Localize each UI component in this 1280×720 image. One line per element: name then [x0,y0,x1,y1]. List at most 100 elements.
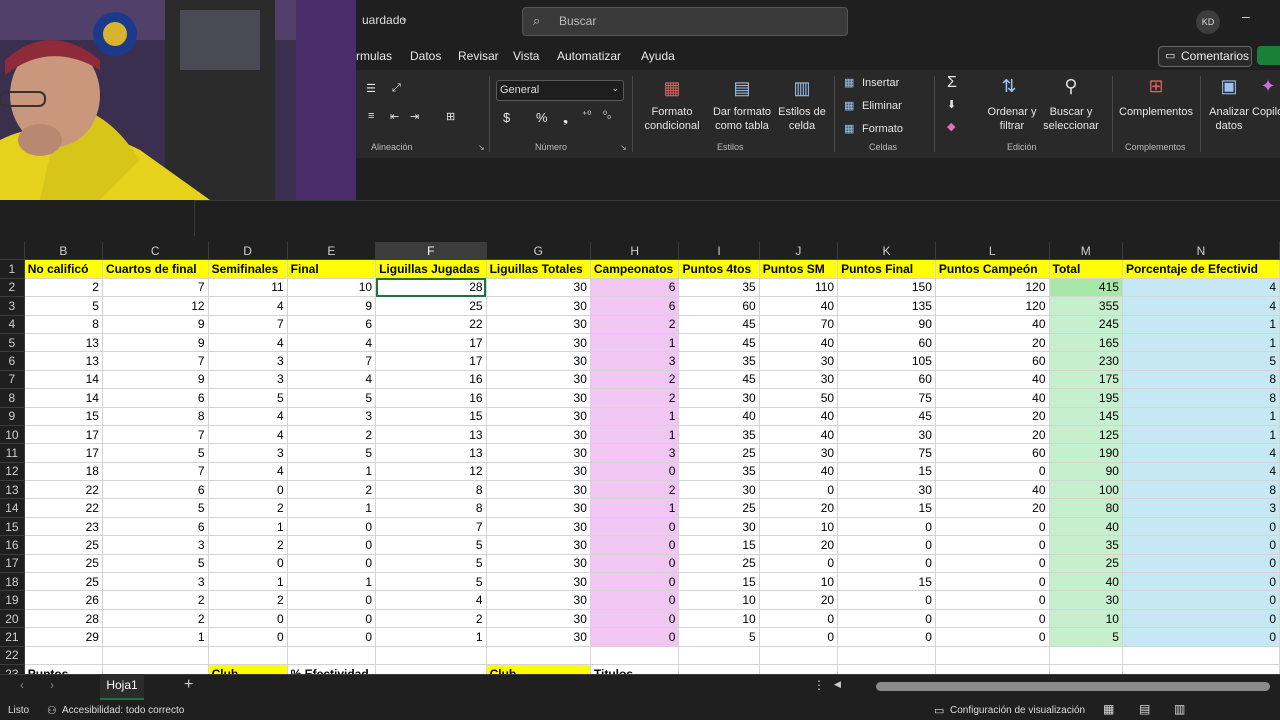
next-sheet-icon[interactable]: › [50,678,54,692]
table-cell[interactable]: 110 [759,278,839,298]
table-cell[interactable]: 30 [759,370,839,390]
page-break-icon[interactable]: ▥ [1174,702,1185,716]
table-cell[interactable]: 30 [486,425,591,445]
table-cell[interactable]: 40 [759,333,839,353]
table-cell[interactable]: 0 [1122,554,1280,574]
table-cell[interactable]: 1 [287,572,377,592]
header-cell[interactable]: Puntos 4tos [678,259,760,279]
copilot-icon[interactable]: ✦ [1256,76,1280,97]
table-cell[interactable]: 17 [24,443,103,463]
column-header-h[interactable]: H [590,242,680,261]
table-cell[interactable]: 20 [759,590,839,610]
table-cell[interactable]: 1 [208,572,288,592]
table-cell[interactable]: 1 [1122,425,1280,445]
column-header-m[interactable]: M [1049,242,1123,261]
row-header[interactable]: 18 [0,572,25,592]
table-cell[interactable]: 6 [590,296,680,316]
sort-filter-button[interactable]: Ordenar y filtrar [982,105,1042,133]
table-cell[interactable]: 7 [208,315,288,334]
table-cell[interactable]: 0 [1122,609,1280,629]
table-cell[interactable]: Titulos [590,664,680,674]
table-cell[interactable]: 0 [1122,627,1280,647]
table-cell[interactable]: 135 [837,296,936,316]
percent-icon[interactable]: % [536,110,548,125]
tab-ayuda[interactable]: Ayuda [641,49,675,63]
table-cell[interactable]: 5 [678,627,760,647]
table-cell[interactable]: 40 [935,315,1050,334]
table-cell[interactable]: 5 [24,296,103,316]
column-header-e[interactable]: E [287,242,377,261]
table-cell[interactable]: 30 [486,480,591,500]
table-cell[interactable]: 6 [590,278,680,298]
table-cell[interactable]: 0 [590,462,680,482]
table-cell[interactable]: 16 [375,388,487,408]
table-cell[interactable]: 30 [486,370,591,390]
table-cell[interactable]: 120 [935,278,1050,298]
cell-styles-icon[interactable]: ▥ [788,78,816,99]
table-cell[interactable]: 4 [208,425,288,445]
comma-style-icon[interactable]: ❟ [563,110,568,126]
table-cell[interactable]: 0 [837,627,936,647]
table-cell[interactable]: 16 [375,370,487,390]
table-cell[interactable]: 23 [24,517,103,537]
data-table[interactable]: BCDEFGHIJKLMN 1 No calificó Cuartos de fin… [0,242,1280,674]
table-cell[interactable]: 40 [678,407,760,426]
table-cell[interactable]: 45 [678,370,760,390]
table-cell[interactable]: 40 [935,388,1050,408]
table-cell[interactable]: 7 [287,351,377,371]
search-box[interactable]: ⌕ Buscar [522,7,848,36]
table-cell[interactable]: 2 [208,498,288,518]
table-cell[interactable] [1122,646,1280,665]
table-cell[interactable]: 8 [375,498,487,518]
table-cell[interactable]: 0 [208,554,288,574]
column-header-l[interactable]: L [935,242,1050,261]
table-cell[interactable]: 3 [208,443,288,463]
table-cell[interactable]: 0 [935,572,1050,592]
table-cell[interactable]: 9 [102,333,209,353]
header-cell[interactable]: Campeonatos [590,259,680,279]
table-cell[interactable]: 30 [486,296,591,316]
table-cell[interactable]: 0 [935,535,1050,555]
table-cell[interactable]: 5 [102,443,209,463]
decrease-decimal-icon[interactable]: ⁰₀ [603,110,611,121]
table-cell[interactable]: 10 [678,590,760,610]
table-cell[interactable]: 7 [102,351,209,371]
row-header[interactable]: 9 [0,407,25,426]
table-cell[interactable]: 35 [678,425,760,445]
table-cell[interactable]: 0 [935,609,1050,629]
conditional-format-button[interactable]: Formato condicional [636,105,708,133]
table-cell[interactable]: 40 [759,425,839,445]
table-cell[interactable]: Puntos [24,664,103,674]
table-cell[interactable]: 12 [375,462,487,482]
table-cell[interactable]: Club [208,664,288,674]
table-cell[interactable]: 6 [102,480,209,500]
table-cell[interactable]: 35 [678,278,760,298]
table-cell[interactable]: 26 [24,590,103,610]
table-cell[interactable]: 4 [287,333,377,353]
tab-automatizar[interactable]: Automatizar [557,49,621,63]
table-cell[interactable]: 50 [759,388,839,408]
more-options-icon[interactable]: ⋮ [813,678,825,692]
table-cell[interactable]: 5 [287,443,377,463]
table-cell[interactable]: 5 [375,554,487,574]
tab-revisar[interactable]: Revisar [458,49,499,63]
row-header[interactable]: 15 [0,517,25,537]
table-cell[interactable]: 30 [486,443,591,463]
table-cell[interactable]: 30 [678,480,760,500]
table-cell[interactable] [486,646,591,665]
table-cell[interactable]: 30 [837,480,936,500]
table-cell[interactable]: 0 [837,517,936,537]
header-cell[interactable]: Liguillas Jugadas [375,259,487,279]
table-cell[interactable]: 165 [1049,333,1123,353]
row-header[interactable]: 6 [0,351,25,371]
table-cell[interactable]: 2 [287,425,377,445]
table-cell[interactable]: 0 [287,517,377,537]
table-cell[interactable] [1122,664,1280,674]
header-cell[interactable]: Puntos Final [837,259,936,279]
table-cell[interactable]: 10 [1049,609,1123,629]
table-cell[interactable]: 2 [24,278,103,298]
table-cell[interactable]: 0 [590,554,680,574]
table-cell[interactable]: 35 [678,351,760,371]
text-orientation-icon[interactable]: ⤢ [392,82,401,95]
table-cell[interactable] [1049,664,1123,674]
